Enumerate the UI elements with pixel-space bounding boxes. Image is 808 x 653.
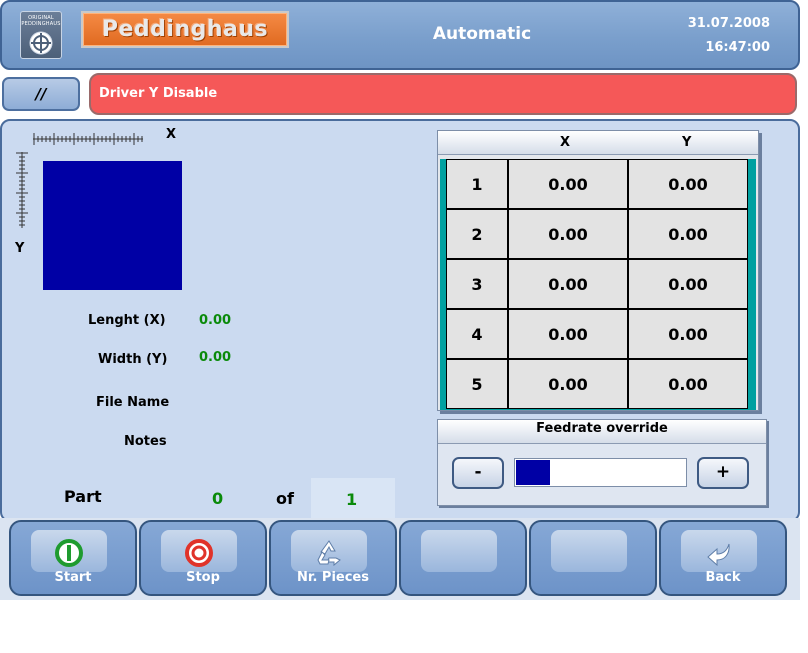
start-button-label: Start [54,570,92,585]
empty-soft-key-4[interactable] [399,520,527,596]
back-button[interactable]: Back [659,520,787,596]
table-row[interactable]: 3 0.00 0.00 [446,259,748,309]
part-total-count: 1 [346,490,358,509]
stop-button[interactable]: Stop [139,520,267,596]
row-index: 4 [446,309,508,359]
length-value: 0.00 [199,313,232,328]
column-header-x: X [560,135,571,150]
column-header-y: Y [682,135,692,150]
table-row[interactable]: 2 0.00 0.00 [446,209,748,259]
brand-logo: Peddinghaus [81,11,289,48]
nr-pieces-button-label: Nr. Pieces [297,570,369,585]
mode-button[interactable]: // [2,77,80,111]
part-of-label: of [276,489,294,508]
file-name-label: File Name [96,395,170,410]
header-bar: ORIGINAL PEDDINGHAUS Peddinghaus Automat… [0,0,800,70]
date-display: 31.07.2008 [687,16,770,31]
back-arrow-icon [707,543,730,567]
coordinate-grid: 1 0.00 0.00 2 0.00 0.00 3 0.00 0.00 4 0.… [440,159,756,410]
logo-text: ORIGINAL PEDDINGHAUS [21,15,61,27]
y-value-cell[interactable]: 0.00 [628,209,748,259]
feedrate-decrease-button[interactable]: - [452,457,504,489]
feedrate-slider-fill [516,460,550,485]
logo-badge: ORIGINAL PEDDINGHAUS [20,11,62,59]
y-value-cell[interactable]: 0.00 [628,359,748,409]
recycle-icon [317,540,341,567]
width-value: 0.00 [199,350,232,365]
feedrate-increase-button[interactable]: + [697,457,749,489]
y-value-cell[interactable]: 0.00 [628,159,748,209]
y-value-cell[interactable]: 0.00 [628,309,748,359]
width-label: Width (Y) [98,352,168,367]
x-value-cell[interactable]: 0.00 [508,259,628,309]
feedrate-slider[interactable] [514,458,687,487]
x-axis-label: X [166,127,177,142]
row-index: 3 [446,259,508,309]
alarm-message: Driver Y Disable [89,73,797,115]
length-label: Lenght (X) [88,313,166,328]
y-axis-label: Y [15,241,25,256]
stop-button-label: Stop [186,570,220,585]
part-label: Part [64,487,102,506]
bottom-toolbar: Start Stop Nr. Pieces Back [0,518,800,600]
x-value-cell[interactable]: 0.00 [508,209,628,259]
time-display: 16:47:00 [705,40,770,55]
stop-icon [185,539,213,567]
table-row[interactable]: 4 0.00 0.00 [446,309,748,359]
coordinate-table-header: X Y [438,131,758,155]
notes-label: Notes [124,434,167,449]
button-icon-plate [551,530,627,572]
button-icon-plate [421,530,497,572]
empty-soft-key-5[interactable] [529,520,657,596]
table-row[interactable]: 1 0.00 0.00 [446,159,748,209]
part-current-count: 0 [212,489,224,508]
x-ruler [33,133,143,145]
logo-emblem-icon [29,31,53,55]
row-index: 2 [446,209,508,259]
table-row[interactable]: 5 0.00 0.00 [446,359,748,409]
shape-preview [43,161,182,290]
row-index: 5 [446,359,508,409]
feedrate-title: Feedrate override [438,420,766,444]
y-ruler [16,152,28,228]
nr-pieces-button[interactable]: Nr. Pieces [269,520,397,596]
back-button-label: Back [705,570,741,585]
coordinate-table: X Y 1 0.00 0.00 2 0.00 0.00 3 0.00 0.00 … [437,130,759,411]
x-value-cell[interactable]: 0.00 [508,309,628,359]
start-button[interactable]: Start [9,520,137,596]
start-icon [55,539,83,567]
screen-title: Automatic [432,24,532,44]
x-value-cell[interactable]: 0.00 [508,359,628,409]
row-index: 1 [446,159,508,209]
feedrate-panel: Feedrate override - + [437,419,767,506]
x-value-cell[interactable]: 0.00 [508,159,628,209]
y-value-cell[interactable]: 0.00 [628,259,748,309]
